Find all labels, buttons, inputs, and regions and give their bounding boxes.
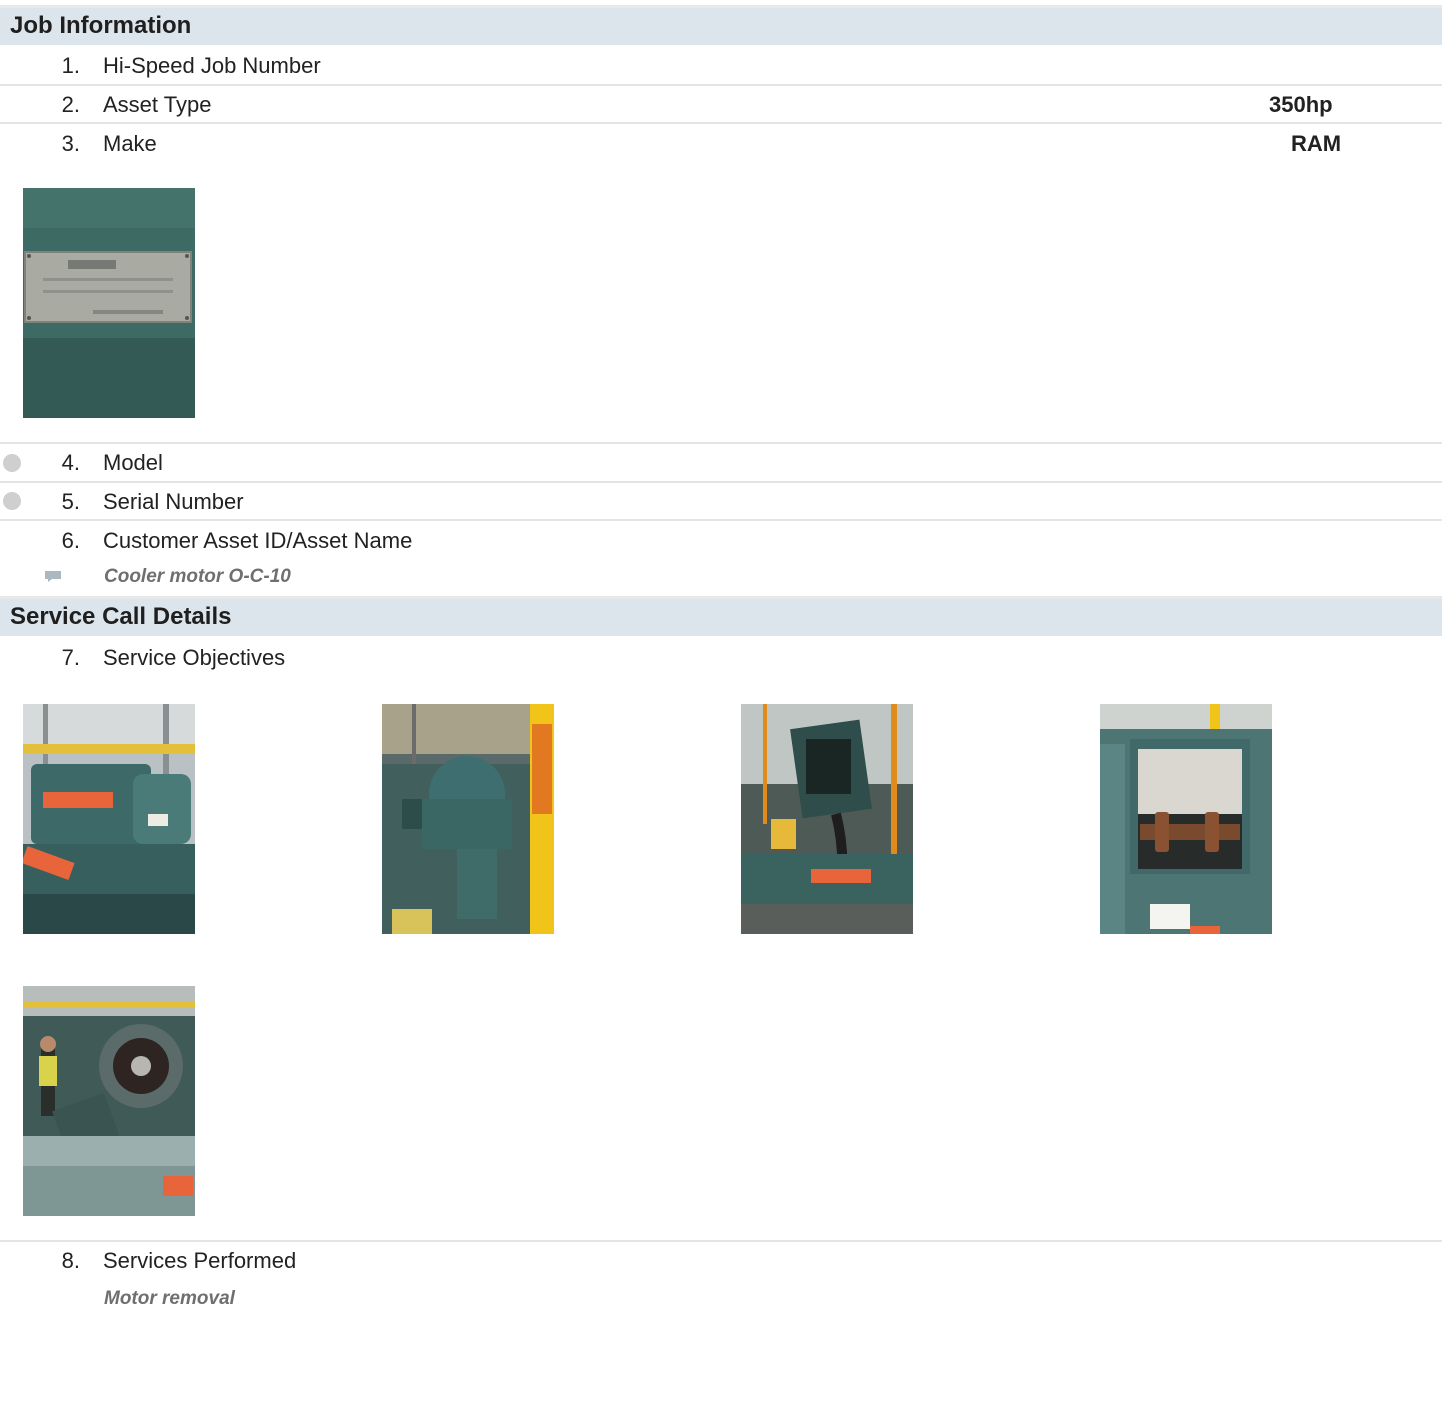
question-row-serial-number[interactable]: 5. Serial Number xyxy=(0,482,1442,520)
make-answer: RAM xyxy=(1291,131,1342,156)
asset-name-note: Cooler motor O-C-10 xyxy=(104,566,291,587)
services-performed-note: Motor removal xyxy=(104,1288,235,1309)
question-label: Make xyxy=(103,131,157,156)
junction-box-photo[interactable] xyxy=(741,704,913,934)
question-number: 4. xyxy=(61,450,80,475)
motor-side-photo[interactable] xyxy=(23,704,195,934)
coupling-photo[interactable] xyxy=(1100,704,1272,934)
question-row-services-performed[interactable]: 8. Services Performed xyxy=(0,1241,1442,1279)
question-row-service-objectives[interactable]: 7. Service Objectives xyxy=(0,638,1442,676)
question-label: Customer Asset ID/Asset Name xyxy=(103,528,413,553)
section-header-service-call-details: Service Call Details xyxy=(0,596,1442,636)
question-row-customer-asset-id[interactable]: 6. Customer Asset ID/Asset Name xyxy=(0,521,1442,559)
question-row-model[interactable]: 4. Model xyxy=(0,443,1442,481)
nameplate-photo[interactable] xyxy=(23,188,195,418)
question-label: Service Objectives xyxy=(103,645,286,670)
question-row-make[interactable]: 3. Make RAM xyxy=(0,124,1442,162)
motor-removed-photo[interactable] xyxy=(23,986,195,1216)
question-number: 8. xyxy=(61,1248,80,1273)
section-header-job-information: Job Information xyxy=(0,5,1442,45)
question-number: 1. xyxy=(61,53,80,78)
status-dot-icon xyxy=(3,492,21,510)
question-number: 5. xyxy=(61,489,80,514)
question-number: 6. xyxy=(61,528,80,553)
question-label: Model xyxy=(103,450,163,475)
question-number: 2. xyxy=(61,92,80,117)
question-label: Asset Type xyxy=(103,92,212,117)
question-number: 7. xyxy=(61,645,80,670)
question-number: 3. xyxy=(61,131,80,156)
question-label: Services Performed xyxy=(103,1248,297,1273)
comment-icon xyxy=(45,571,61,582)
asset-type-answer: 350hp xyxy=(1269,92,1333,117)
status-dot-icon xyxy=(3,454,21,472)
question-label: Serial Number xyxy=(103,489,244,514)
compressor-photo[interactable] xyxy=(382,704,554,934)
question-row-asset-type[interactable]: 2. Asset Type 350hp xyxy=(0,85,1442,123)
question-row-job-number[interactable]: 1. Hi-Speed Job Number xyxy=(0,46,1442,84)
question-label: Hi-Speed Job Number xyxy=(103,53,321,78)
